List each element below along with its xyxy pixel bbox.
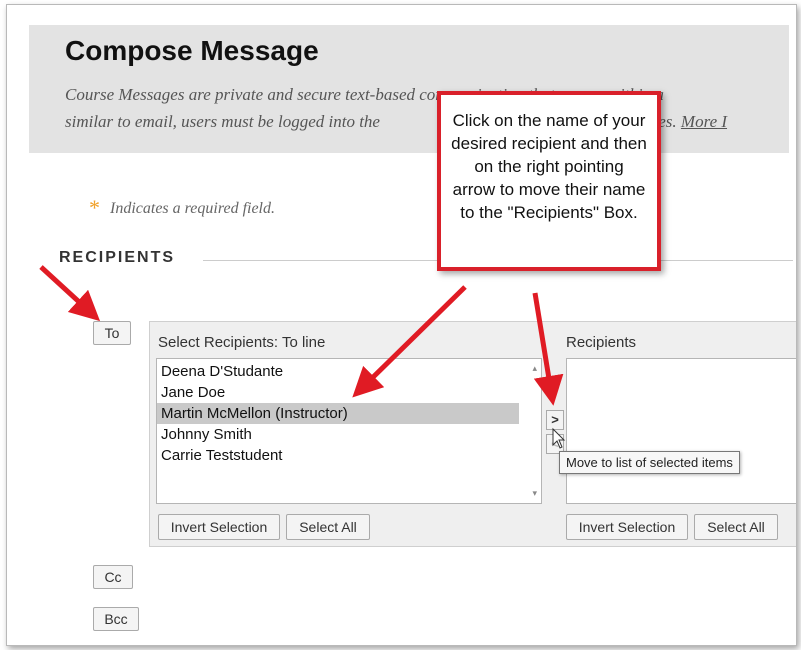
instruction-callout: Click on the name of your desired recipi… <box>437 91 661 271</box>
arrow-to-to-button-icon <box>39 265 101 322</box>
mouse-cursor-icon <box>552 427 566 449</box>
arrow-to-selected-name-icon <box>352 285 467 398</box>
screenshot-frame: Compose Message Course Messages are priv… <box>6 4 797 646</box>
annotation-arrows <box>39 265 566 449</box>
arrow-to-move-button-icon <box>532 292 564 406</box>
